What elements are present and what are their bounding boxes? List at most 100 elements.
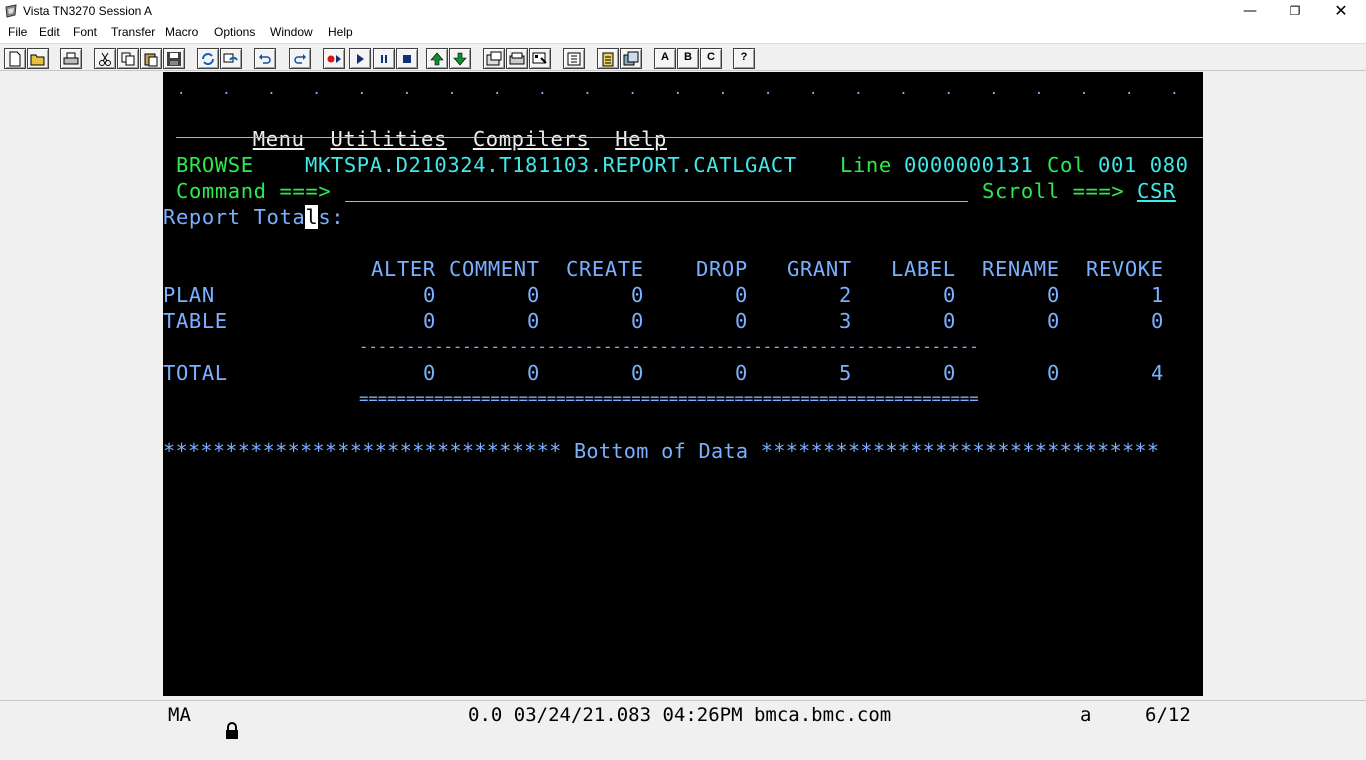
menu-font[interactable]: Font	[73, 25, 97, 39]
upload-icon	[430, 52, 444, 66]
hotspot-button[interactable]	[563, 48, 585, 69]
menu-compilers[interactable]: Compilers	[473, 127, 589, 151]
menu-help[interactable]: Help	[328, 25, 353, 39]
help-button[interactable]: ?	[733, 48, 755, 69]
connection-info: 0.0 03/24/21.083 04:26PM bmca.bmc.com	[468, 704, 892, 726]
table-cell: 0	[943, 309, 956, 333]
multi-copy-icon	[623, 51, 639, 66]
total-cell: 0	[423, 361, 436, 385]
total-cell: 0	[527, 361, 540, 385]
maximize-button[interactable]: ❐	[1272, 0, 1318, 23]
status-bar: MA 0.0 03/24/21.083 04:26PM bmca.bmc.com…	[0, 700, 1366, 739]
clipboard-button[interactable]	[597, 48, 619, 69]
stop-macro-icon	[403, 55, 411, 63]
record-macro-button[interactable]	[323, 48, 345, 69]
save-button[interactable]	[163, 48, 185, 69]
minimize-button[interactable]: —	[1227, 0, 1273, 23]
row-name-plan: PLAN	[163, 283, 215, 307]
dash-separator: ----------------------------------------…	[359, 338, 979, 356]
menu-options[interactable]: Options	[214, 25, 255, 39]
menu-utilities[interactable]: Utilities	[330, 127, 446, 151]
text-cursor: l	[305, 205, 319, 229]
equals-separator: ========================================…	[359, 390, 979, 408]
line-value: 0000000131	[904, 153, 1034, 177]
table-cell: 0	[943, 283, 956, 307]
table-cell: 3	[839, 309, 852, 333]
undo-icon	[259, 54, 271, 64]
properties-icon	[486, 51, 502, 66]
menu-edit[interactable]: Edit	[39, 25, 60, 39]
header-create: CREATE	[566, 257, 644, 281]
browse-mode: BROWSE	[176, 153, 254, 177]
col-value: 001 080	[1098, 153, 1189, 177]
dataset-name: MKTSPA.D210324.T181103.REPORT.CATLGACT	[305, 153, 797, 177]
play-macro-button[interactable]	[349, 48, 371, 69]
table-cell: 2	[839, 283, 852, 307]
table-cell: 0	[423, 283, 436, 307]
window-title: Vista TN3270 Session A	[23, 4, 152, 18]
cut-button[interactable]	[94, 48, 116, 69]
table-cell: 0	[735, 283, 748, 307]
menu-file[interactable]: File	[8, 25, 27, 39]
header-rename: RENAME	[982, 257, 1060, 281]
table-cell: 0	[1047, 283, 1060, 307]
total-cell: 0	[1047, 361, 1060, 385]
print-button[interactable]	[60, 48, 82, 69]
disconnect-button[interactable]	[220, 48, 242, 69]
table-cell: 0	[631, 309, 644, 333]
status-indicator: MA	[168, 704, 191, 726]
menu-transfer[interactable]: Transfer	[111, 25, 155, 39]
copy-button[interactable]	[117, 48, 139, 69]
table-cell: 0	[1047, 309, 1060, 333]
multi-copy-button[interactable]	[620, 48, 642, 69]
table-cell: 0	[527, 283, 540, 307]
app-icon	[5, 4, 17, 18]
total-cell: 0	[631, 361, 644, 385]
table-cell: 0	[527, 309, 540, 333]
save-icon	[167, 52, 181, 66]
undo-button[interactable]	[254, 48, 276, 69]
cut-icon	[99, 52, 111, 66]
input-mode: a	[1080, 704, 1092, 726]
download-icon	[453, 52, 467, 66]
menu-help[interactable]: Help	[615, 127, 667, 151]
session-a-button[interactable]: A	[654, 48, 676, 69]
menu-menu[interactable]: Menu	[253, 127, 305, 151]
paste-button[interactable]	[140, 48, 162, 69]
print-icon	[63, 52, 79, 65]
connect-button[interactable]	[197, 48, 219, 69]
terminal-screen[interactable]: . . . . . . . . . . . . . . . . . . . . …	[163, 72, 1203, 696]
session-c-button[interactable]: C	[700, 48, 722, 69]
pause-macro-icon	[381, 55, 387, 63]
close-button[interactable]: ✕	[1318, 0, 1364, 23]
report-title: Report Totals:	[163, 205, 345, 229]
play-macro-icon	[357, 54, 364, 64]
stop-macro-button[interactable]	[396, 48, 418, 69]
paste-icon	[144, 53, 158, 67]
redo-button[interactable]	[289, 48, 311, 69]
session-b-button[interactable]: B	[677, 48, 699, 69]
open-button[interactable]	[27, 48, 49, 69]
col-label: Col	[1047, 153, 1086, 177]
table-cell: 0	[1151, 309, 1164, 333]
total-cell: 5	[839, 361, 852, 385]
total-cell: 0	[943, 361, 956, 385]
command-label: Command ===>	[176, 179, 332, 203]
upload-button[interactable]	[426, 48, 448, 69]
new-icon	[9, 51, 21, 67]
pause-macro-button[interactable]	[373, 48, 395, 69]
scroll-input[interactable]: CSR	[1137, 178, 1189, 204]
keyboard-map-button[interactable]	[506, 48, 528, 69]
row-name-table: TABLE	[163, 309, 228, 333]
copy-icon	[121, 52, 135, 66]
toolbar: A B C ?	[0, 43, 1366, 71]
new-button[interactable]	[4, 48, 26, 69]
menu-window[interactable]: Window	[270, 25, 313, 39]
header-revoke: REVOKE	[1086, 257, 1164, 281]
command-input[interactable]	[345, 178, 968, 202]
download-button[interactable]	[449, 48, 471, 69]
menu-macro[interactable]: Macro	[165, 25, 198, 39]
properties-button[interactable]	[483, 48, 505, 69]
color-map-button[interactable]	[529, 48, 551, 69]
title-bar: Vista TN3270 Session A — ❐ ✕	[0, 0, 1366, 23]
